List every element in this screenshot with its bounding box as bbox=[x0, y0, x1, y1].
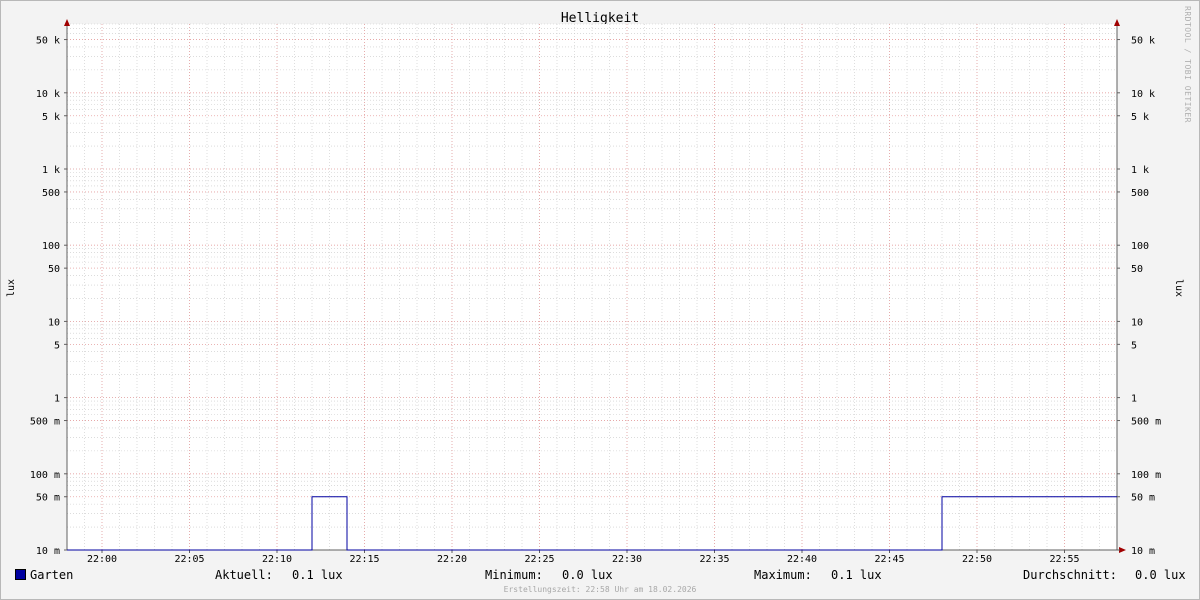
y-tick-label: 10 m bbox=[36, 546, 60, 557]
y-tick-label: 50 m bbox=[1131, 493, 1155, 504]
legend-maximum-value: 0.1 lux bbox=[831, 568, 882, 582]
y-tick-label: 1 k bbox=[42, 165, 60, 176]
x-tick-label: 22:10 bbox=[262, 554, 292, 565]
y-tick-label: 500 bbox=[1131, 188, 1149, 199]
y-tick-label: 500 bbox=[42, 188, 60, 199]
x-axis-arrow bbox=[1119, 547, 1126, 553]
y-tick-label: 50 bbox=[48, 264, 60, 275]
y-tick-label: 50 m bbox=[36, 493, 60, 504]
legend-aktuell-label: Aktuell: bbox=[215, 568, 273, 582]
y-tick-label: 500 m bbox=[1131, 417, 1161, 428]
y-tick-label: 100 bbox=[1131, 241, 1149, 252]
legend-swatch-garten bbox=[15, 569, 26, 580]
x-tick-label: 22:00 bbox=[87, 554, 117, 565]
creation-time-footer: Erstellungszeit: 22:58 Uhr am 18.02.2026 bbox=[503, 585, 697, 594]
y-tick-labels-left: 50 k 10 k 5 k 1 k 500 100 50 10 5 1 500 m 100 m 50 m… bbox=[30, 36, 60, 557]
legend: Garten Aktuell: 0.1 lux Minimum: 0.0 lux… bbox=[0, 568, 1200, 584]
x-tick-label: 22:35 bbox=[699, 554, 729, 565]
y-tick-label: 10 k bbox=[1131, 89, 1155, 100]
y-tick-label: 5 k bbox=[1131, 112, 1149, 123]
y-tick-label: 50 k bbox=[36, 36, 60, 47]
x-tick-label: 22:55 bbox=[1049, 554, 1079, 565]
y-tick-label: 1 bbox=[54, 394, 60, 405]
y-tick-label: 5 bbox=[54, 340, 60, 351]
y-tick-label: 10 bbox=[48, 317, 60, 328]
y-axis-label-left: lux bbox=[6, 279, 17, 297]
y-tick-label: 10 k bbox=[36, 89, 60, 100]
y-tick-label: 100 m bbox=[30, 470, 60, 481]
y-axis-label-right: lux bbox=[1173, 279, 1184, 297]
legend-durchschnitt-label: Durchschnitt: bbox=[1023, 568, 1117, 582]
x-tick-label: 22:05 bbox=[174, 554, 204, 565]
x-tick-labels: 22:00 22:05 22:10 22:15 22:20 22:25 22:30 22:35… bbox=[87, 554, 1080, 565]
y-tick-labels-right: 50 k 10 k 5 k 1 k 500 100 50 10 5 1 500 m 100 m 50 m… bbox=[1131, 36, 1161, 557]
x-tick-label: 22:40 bbox=[787, 554, 817, 565]
y-tick-label: 1 bbox=[1131, 394, 1137, 405]
x-tick-label: 22:20 bbox=[437, 554, 467, 565]
x-tick-label: 22:45 bbox=[874, 554, 904, 565]
x-tick-label: 22:30 bbox=[612, 554, 642, 565]
y-axis-arrow-left bbox=[64, 19, 70, 26]
x-tick-label: 22:50 bbox=[962, 554, 992, 565]
y-tick-label: 100 m bbox=[1131, 470, 1161, 481]
legend-minimum-value: 0.0 lux bbox=[562, 568, 613, 582]
y-tick-label: 5 k bbox=[42, 112, 60, 123]
x-tick-label: 22:15 bbox=[349, 554, 379, 565]
legend-maximum-label: Maximum: bbox=[754, 568, 812, 582]
y-tick-label: 50 bbox=[1131, 264, 1143, 275]
y-tick-label: 10 bbox=[1131, 317, 1143, 328]
legend-series-name: Garten bbox=[30, 568, 74, 582]
y-tick-label: 100 bbox=[42, 241, 60, 252]
y-axis-arrow-right bbox=[1114, 19, 1120, 26]
x-tick-label: 22:25 bbox=[524, 554, 554, 565]
legend-minimum-label: Minimum: bbox=[485, 568, 543, 582]
y-tick-label: 1 k bbox=[1131, 165, 1149, 176]
legend-aktuell-value: 0.1 lux bbox=[292, 568, 343, 582]
y-tick-label: 5 bbox=[1131, 340, 1137, 351]
y-tick-label: 50 k bbox=[1131, 36, 1155, 47]
legend-durchschnitt-value: 0.0 lux bbox=[1135, 568, 1186, 582]
y-tick-label: 10 m bbox=[1131, 546, 1155, 557]
y-tick-label: 500 m bbox=[30, 417, 60, 428]
chart-svg: 50 k 10 k 5 k 1 k 500 100 50 10 5 1 500 m 100 m 50 m… bbox=[6, 19, 1184, 565]
